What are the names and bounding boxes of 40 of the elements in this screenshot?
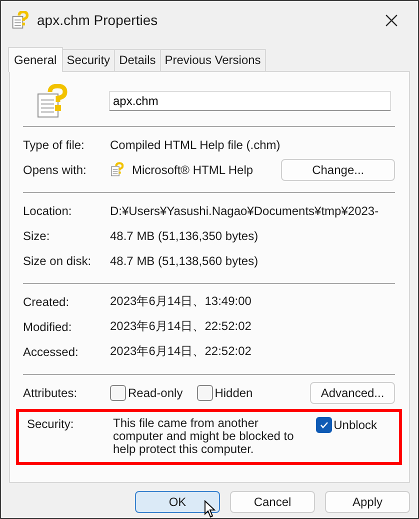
field-label: Accessed:	[23, 344, 80, 358]
field-value: 2023年6月14日、22:52:02	[110, 343, 252, 360]
checkbox-label[interactable]: Read-only	[128, 386, 183, 400]
help-file-icon	[11, 11, 29, 29]
field-label: Modified:	[23, 320, 73, 334]
dialog-button[interactable]: Apply	[325, 491, 410, 513]
advanced-button[interactable]: Advanced...	[310, 382, 395, 404]
field-label: Security:	[27, 417, 75, 431]
mouse-pointer-icon	[204, 500, 216, 518]
checkbox[interactable]	[196, 384, 213, 400]
help-file-icon	[37, 84, 69, 118]
tab[interactable]: Previous Versions	[160, 49, 266, 71]
field-value: 48.7 MB (51,136,350 bytes)	[110, 228, 258, 242]
file-name-field[interactable]: apx.chm	[109, 91, 391, 111]
field-label: Size on disk:	[23, 254, 92, 268]
field-value: 48.7 MB (51,138,560 bytes)	[110, 254, 258, 268]
security-message: This file came from another computer and might be blocked to help protect this computer.	[113, 417, 295, 456]
checkbox[interactable]	[316, 417, 332, 433]
checkbox[interactable]	[110, 384, 126, 400]
field-value: 2023年6月14日、13:49:00	[110, 293, 252, 310]
field-value: 2023年6月14日、22:52:02	[110, 318, 252, 335]
field-label: Location:	[23, 204, 73, 218]
field-label: Size:	[23, 228, 51, 242]
field-label: Type of file:	[23, 138, 86, 152]
tab[interactable]: General	[8, 47, 63, 72]
checkbox-label[interactable]: Unblock	[334, 418, 377, 432]
field-value: Compiled HTML Help file (.chm)	[110, 138, 280, 152]
close-icon[interactable]	[385, 14, 398, 26]
checkmark-icon	[318, 420, 329, 430]
app-name: Microsoft® HTML Help	[132, 162, 254, 176]
field-label: Opens with:	[23, 162, 88, 176]
field-label: Attributes:	[23, 386, 78, 400]
change-button[interactable]: Change...	[281, 158, 395, 180]
dialog-button[interactable]: OK	[135, 491, 220, 513]
field-value: D:¥Users¥Yasushi.Nagao¥Documents¥tmp¥2023-	[110, 204, 379, 218]
window-title: apx.chm Properties	[37, 12, 159, 28]
help-file-icon	[110, 162, 124, 177]
dialog-button[interactable]: Cancel	[230, 491, 315, 513]
field-label: Created:	[23, 294, 70, 308]
checkbox-label[interactable]: Hidden	[214, 386, 253, 400]
